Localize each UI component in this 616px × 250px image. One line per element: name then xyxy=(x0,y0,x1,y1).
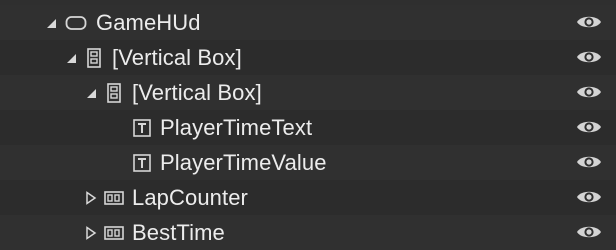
tree-row-label: PlayerTimeValue xyxy=(160,149,327,175)
visibility-eye-icon[interactable] xyxy=(576,83,602,101)
collapsed-arrow-icon[interactable] xyxy=(84,190,98,205)
tree-row-playertimetext[interactable]: PlayerTimeText xyxy=(0,110,616,145)
tree-row-label: GameHUd xyxy=(96,9,201,35)
tree-row-label: LapCounter xyxy=(132,184,248,210)
tree-row-vertical-box[interactable]: [Vertical Box] xyxy=(0,40,616,75)
tree-row-besttime[interactable]: BestTime xyxy=(0,215,616,250)
horizontal-box-icon xyxy=(104,188,124,208)
tree-row-playertimevalue[interactable]: PlayerTimeValue xyxy=(0,145,616,180)
tree-row-vertical-box-nested[interactable]: [Vertical Box] xyxy=(0,75,616,110)
tree-row-label: BestTime xyxy=(132,219,225,245)
text-block-icon xyxy=(132,153,152,173)
widget-hierarchy-panel: GameHUd [Vertical Box] [Vertical Box] Pl… xyxy=(0,0,616,250)
tree-row-gamehud[interactable]: GameHUd xyxy=(0,5,616,40)
horizontal-box-icon xyxy=(104,223,124,243)
expanded-arrow-icon[interactable] xyxy=(44,16,58,30)
visibility-eye-icon[interactable] xyxy=(576,188,602,206)
visibility-eye-icon[interactable] xyxy=(576,13,602,31)
visibility-eye-icon[interactable] xyxy=(576,153,602,171)
expanded-arrow-icon[interactable] xyxy=(64,51,78,65)
vertical-box-icon xyxy=(104,82,124,103)
visibility-eye-icon[interactable] xyxy=(576,118,602,136)
text-block-icon xyxy=(132,118,152,138)
expanded-arrow-icon[interactable] xyxy=(84,86,98,100)
vertical-box-icon xyxy=(84,47,104,68)
tree-row-lapcounter[interactable]: LapCounter xyxy=(0,180,616,215)
tree-row-label: [Vertical Box] xyxy=(132,79,262,105)
canvas-panel-icon xyxy=(64,13,88,33)
visibility-eye-icon[interactable] xyxy=(576,48,602,66)
tree-row-label: [Vertical Box] xyxy=(112,44,242,70)
collapsed-arrow-icon[interactable] xyxy=(84,225,98,240)
visibility-eye-icon[interactable] xyxy=(576,223,602,241)
tree-row-label: PlayerTimeText xyxy=(160,114,313,140)
